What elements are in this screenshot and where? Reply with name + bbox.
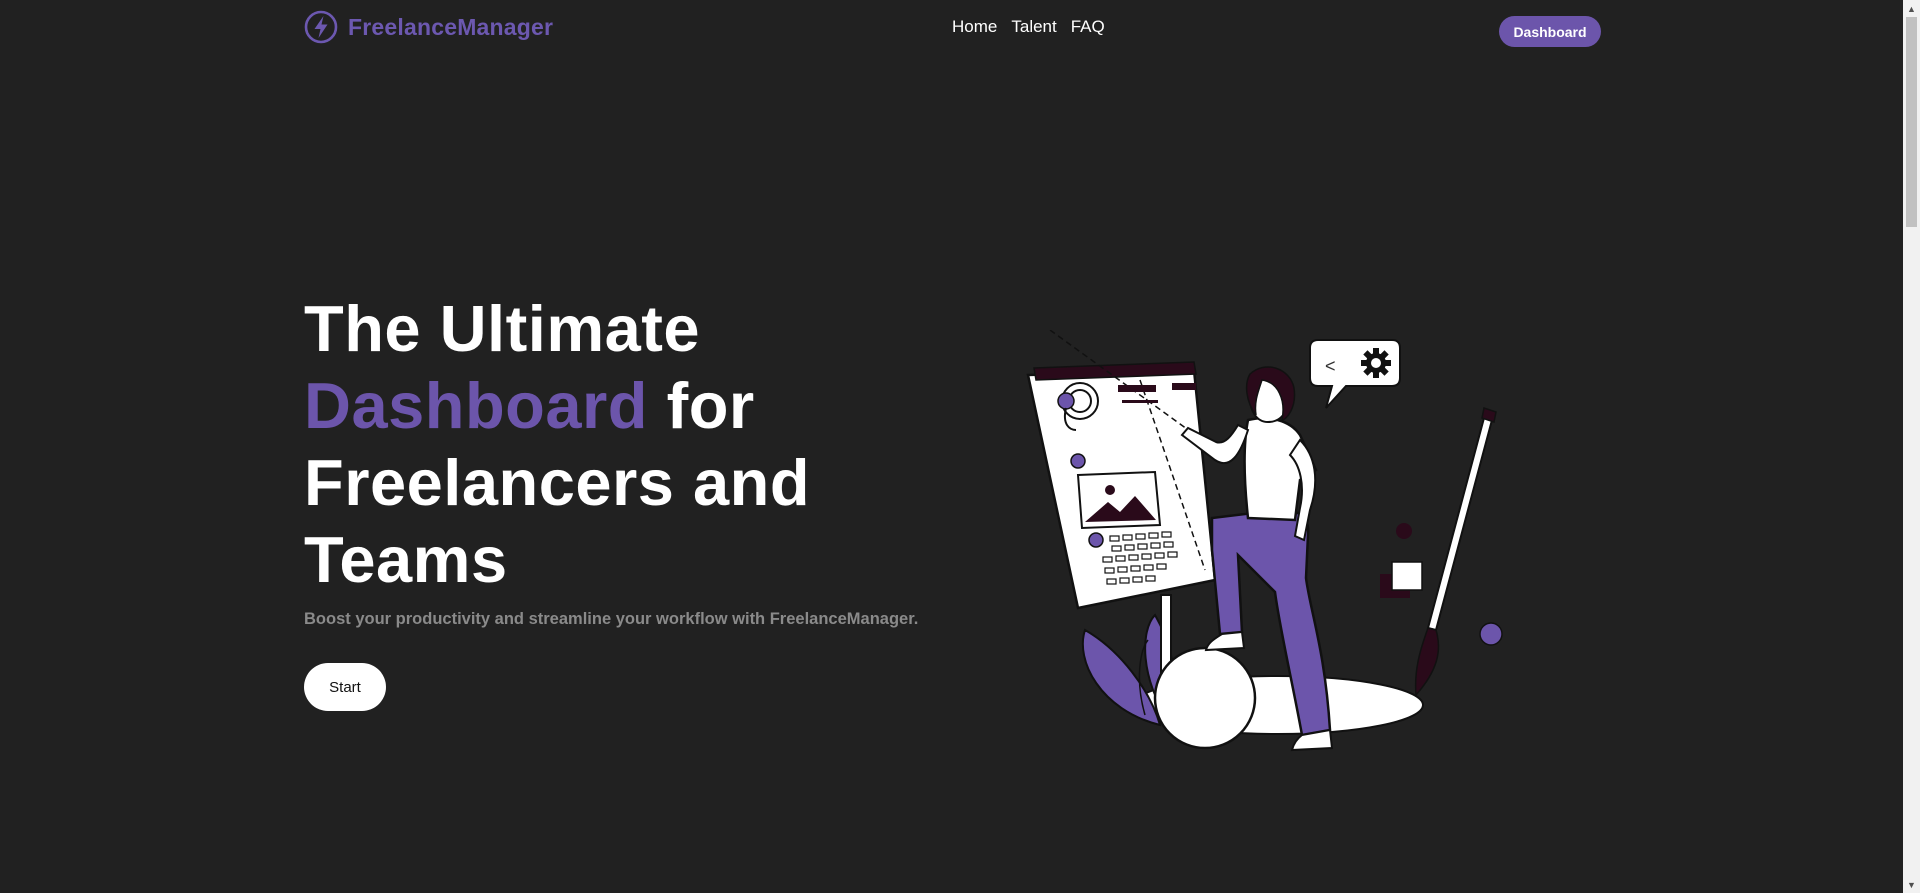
- headline-accent: Dashboard: [304, 369, 649, 442]
- scroll-down-arrow-icon[interactable]: ▼: [1903, 876, 1920, 893]
- nav-talent-link[interactable]: Talent: [1011, 17, 1056, 37]
- headline-for: for: [648, 369, 755, 442]
- scroll-thumb[interactable]: [1906, 17, 1917, 227]
- hero-illustration: <: [1026, 330, 1503, 752]
- lightning-bolt-icon: [304, 10, 338, 44]
- hero-headline: The Ultimate Dashboard for Freelancers a…: [304, 290, 944, 598]
- brand-link[interactable]: FreelanceManager: [304, 10, 553, 44]
- gear-icon: [1361, 348, 1391, 378]
- scroll-up-arrow-icon[interactable]: ▲: [1903, 0, 1920, 17]
- start-button[interactable]: Start: [304, 663, 386, 711]
- page: FreelanceManager Home Talent FAQ Dashboa…: [0, 0, 1920, 893]
- site-header: FreelanceManager Home Talent FAQ Dashboa…: [0, 0, 1900, 60]
- main-nav: Home Talent FAQ: [952, 17, 1105, 37]
- nav-home-link[interactable]: Home: [952, 17, 997, 37]
- dashboard-button[interactable]: Dashboard: [1499, 16, 1601, 47]
- hero-text: The Ultimate Dashboard for Freelancers a…: [304, 290, 944, 598]
- hero-subtitle: Boost your productivity and streamline y…: [304, 610, 919, 628]
- bubble-glyph: <: [1325, 356, 1336, 376]
- headline-line-1: The Ultimate: [304, 292, 701, 365]
- nav-faq-link[interactable]: FAQ: [1071, 17, 1105, 37]
- headline-line-3: Freelancers and: [304, 446, 811, 519]
- page-scrollbar[interactable]: ▲ ▼: [1903, 0, 1920, 893]
- brand-name: FreelanceManager: [348, 13, 554, 40]
- headline-line-4: Teams: [304, 523, 508, 596]
